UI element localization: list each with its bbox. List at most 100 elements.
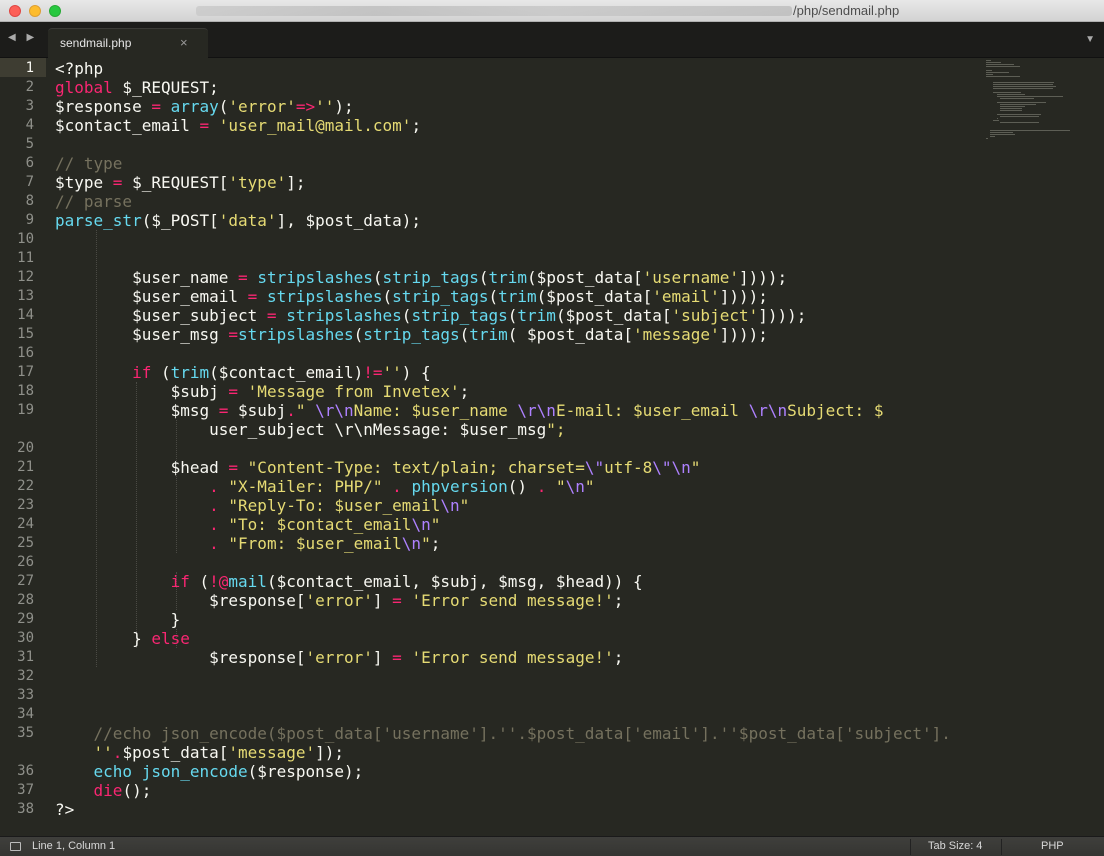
line-number: 3 <box>25 98 34 114</box>
minimap-line <box>1000 108 1022 109</box>
code-line[interactable]: $user_name = stripslashes(strip_tags(tri… <box>55 268 787 287</box>
line-number: 35 <box>17 725 34 741</box>
code-line[interactable]: if (trim($contact_email)!='') { <box>55 363 431 382</box>
window-titlebar: /php/sendmail.php <box>0 0 1104 22</box>
line-number: 28 <box>17 592 34 608</box>
minimap-line <box>993 92 1022 93</box>
line-number: 16 <box>17 345 34 361</box>
line-number: 2 <box>25 79 34 95</box>
line-number: 33 <box>17 687 34 703</box>
tab-close-icon[interactable]: × <box>180 35 188 50</box>
minimap-line <box>986 74 994 75</box>
tab-label: sendmail.php <box>60 36 132 50</box>
minimap-line <box>986 76 1021 77</box>
line-number: 11 <box>17 250 34 266</box>
minimap-line <box>993 120 999 121</box>
tab-size-selector[interactable]: Tab Size: 4 <box>928 840 982 852</box>
code-line[interactable]: . "Reply-To: $user_email\n" <box>55 496 469 515</box>
minimap-line <box>986 138 988 139</box>
line-number: 29 <box>17 611 34 627</box>
minimap[interactable] <box>986 58 1096 148</box>
minimap-line <box>986 60 991 61</box>
code-line[interactable]: $head = "Content-Type: text/plain; chars… <box>55 458 701 477</box>
tab-nav-arrows-icon[interactable]: ◀ ▶ <box>8 32 38 43</box>
code-line[interactable]: $response['error'] = 'Error send message… <box>55 591 623 610</box>
code-line[interactable]: <?php <box>55 59 103 78</box>
minimap-line <box>996 96 1064 97</box>
minimap-line <box>989 130 1070 131</box>
code-line[interactable]: . "From: $user_email\n"; <box>55 534 440 553</box>
line-number <box>0 743 34 762</box>
minimize-window-button[interactable] <box>29 5 41 17</box>
code-editor[interactable]: 1 2 3 4 5 6 7 8 9 10 11 12 13 14 15 16 17 18 19 20 21 22 23 24 2… <box>0 58 1104 836</box>
status-bar: Line 1, Column 1 Tab Size: 4 PHP <box>0 836 1104 856</box>
code-line[interactable]: $user_msg =stripslashes(strip_tags(trim(… <box>55 325 768 344</box>
line-number: 5 <box>25 136 34 152</box>
tab-bar: ◀ ▶ sendmail.php × ▼ <box>0 22 1104 58</box>
line-number: 37 <box>17 782 34 798</box>
minimap-line <box>986 62 1002 63</box>
code-line[interactable]: . "To: $contact_email\n" <box>55 515 440 534</box>
line-number: 17 <box>17 364 34 380</box>
tab-sendmail-php[interactable]: sendmail.php × <box>48 28 208 58</box>
close-window-button[interactable] <box>9 5 21 17</box>
code-line[interactable]: ?> <box>55 800 74 819</box>
line-number: 21 <box>17 459 34 475</box>
line-number: 38 <box>17 801 34 817</box>
line-number: 1 <box>25 60 34 76</box>
line-number: 13 <box>17 288 34 304</box>
code-line[interactable]: $subj = 'Message from Invetex'; <box>55 382 470 401</box>
code-line[interactable]: $response = array('error'=>''); <box>55 97 354 116</box>
line-number: 20 <box>17 440 34 456</box>
code-line[interactable]: $user_email = stripslashes(strip_tags(tr… <box>55 287 768 306</box>
code-line[interactable]: // parse <box>55 192 132 211</box>
code-line[interactable]: } else <box>55 629 190 648</box>
line-number: 12 <box>17 269 34 285</box>
minimap-line <box>1000 110 1022 111</box>
code-line[interactable]: //echo json_encode($post_data['username'… <box>55 724 951 743</box>
tab-menu-icon[interactable]: ▼ <box>1085 34 1095 45</box>
minimap-line <box>986 70 993 71</box>
line-number: 9 <box>25 212 34 228</box>
minimap-line <box>1000 122 1040 123</box>
syntax-selector[interactable]: PHP <box>1041 840 1064 852</box>
code-line[interactable]: $user_subject = stripslashes(strip_tags(… <box>55 306 806 325</box>
minimap-line <box>989 134 1015 135</box>
minimap-line <box>996 94 1025 95</box>
minimap-line <box>986 66 1021 67</box>
line-number: 10 <box>17 231 34 247</box>
code-line[interactable]: user_subject \r\nMessage: $user_msg"; <box>55 420 565 439</box>
minimap-line <box>993 88 1053 89</box>
divider <box>1001 839 1002 855</box>
code-line[interactable]: $response['error'] = 'Error send message… <box>55 648 623 667</box>
line-number: 26 <box>17 554 34 570</box>
line-number: 36 <box>17 763 34 779</box>
code-line[interactable]: echo json_encode($response); <box>55 762 364 781</box>
code-line[interactable]: // type <box>55 154 122 173</box>
line-number: 15 <box>17 326 34 342</box>
panel-toggle-icon[interactable] <box>10 842 21 851</box>
minimap-line <box>996 114 1041 115</box>
line-number: 31 <box>17 649 34 665</box>
line-number: 22 <box>17 478 34 494</box>
minimap-line <box>1000 116 1040 117</box>
code-line[interactable]: $msg = $subj." \r\nName: $user_name \r\n… <box>55 401 884 420</box>
minimap-line <box>989 132 1013 133</box>
code-line[interactable]: die(); <box>55 781 152 800</box>
code-line[interactable]: ''.$post_data['message']); <box>55 743 344 762</box>
line-number: 6 <box>25 155 34 171</box>
line-number: 4 <box>25 117 34 133</box>
minimap-line <box>1000 98 1034 99</box>
maximize-window-button[interactable] <box>49 5 61 17</box>
code-line[interactable]: $contact_email = 'user_mail@mail.com'; <box>55 116 421 135</box>
code-line[interactable]: $type = $_REQUEST['type']; <box>55 173 305 192</box>
minimap-line <box>996 102 1047 103</box>
minimap-line <box>986 64 1014 65</box>
code-line[interactable]: } <box>55 610 181 629</box>
code-line[interactable]: parse_str($_POST['data'], $post_data); <box>55 211 421 230</box>
line-number: 8 <box>25 193 34 209</box>
minimap-line <box>1000 104 1037 105</box>
code-line[interactable]: global $_REQUEST; <box>55 78 219 97</box>
code-line[interactable]: . "X-Mailer: PHP/" . phpversion() . "\n" <box>55 477 594 496</box>
code-line[interactable]: if (!@mail($contact_email, $subj, $msg, … <box>55 572 643 591</box>
